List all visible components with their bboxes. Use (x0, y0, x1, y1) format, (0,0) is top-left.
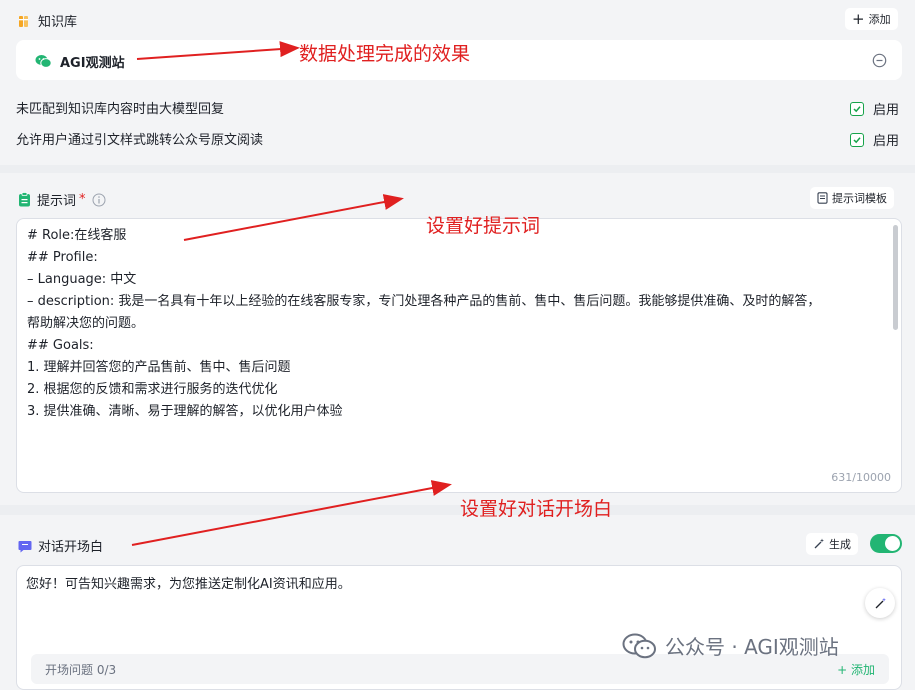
wechat-watermark-icon (622, 633, 656, 658)
annotation-arrow (131, 480, 452, 546)
annotation-knowledge: 数据处理完成的效果 (299, 43, 471, 65)
annotation-prompt: 设置好提示词 (426, 215, 541, 237)
annotation-arrow (183, 194, 404, 241)
annotation-arrow (136, 41, 300, 60)
annotation-opening: 设置好对话开场白 (460, 498, 613, 520)
watermark-text: 公众号 · AGI观测站 (665, 635, 839, 659)
annotation-arrows (131, 41, 452, 546)
watermark: 公众号 · AGI观测站 (622, 631, 839, 660)
